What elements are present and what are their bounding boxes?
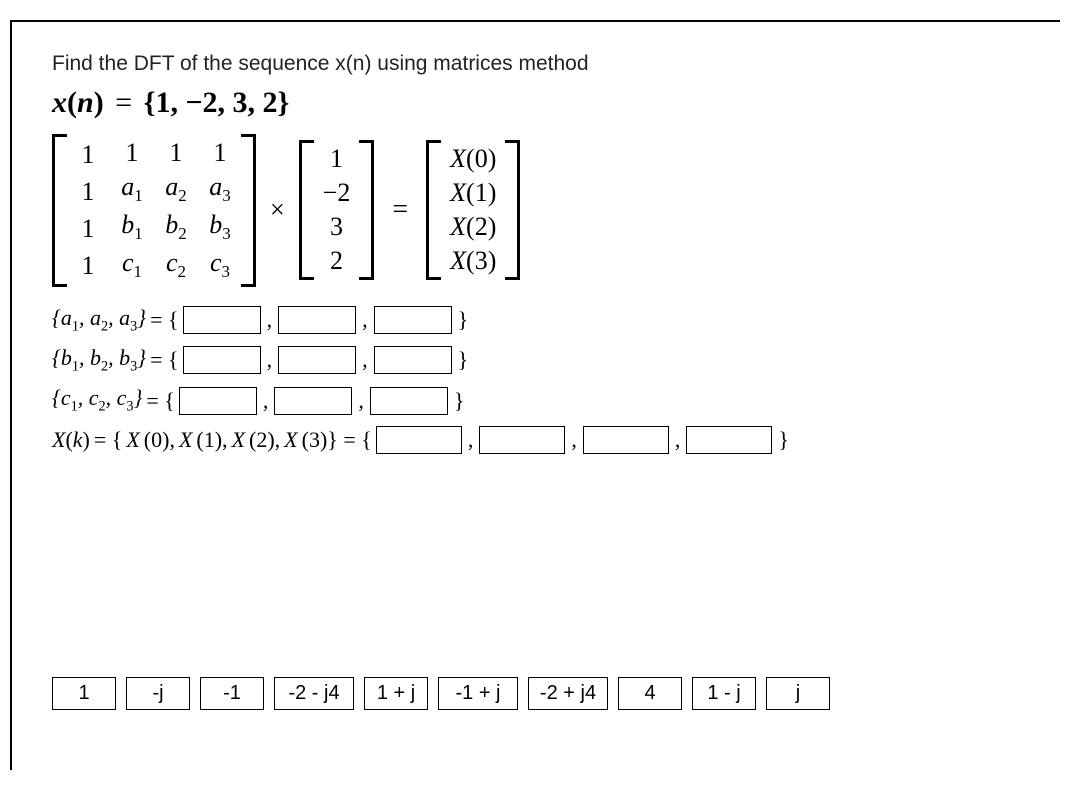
choice-8[interactable]: 1 - j: [692, 677, 756, 710]
blank-a1[interactable]: [183, 306, 261, 334]
question-frame: Find the DFT of the sequence x(n) using …: [10, 20, 1060, 770]
blank-a2[interactable]: [278, 306, 356, 334]
blank-c3[interactable]: [370, 387, 448, 415]
row-a: {a1, a2, a3} = { , , }: [52, 305, 1020, 335]
blank-b2[interactable]: [278, 346, 356, 374]
matrix-equation: 1 1 1 1 1 a1 b1 c1 1 a2 b2 c2 1 a3 b3: [52, 134, 1020, 287]
input-vector: 1 −2 3 2: [299, 140, 375, 280]
sequence-definition: x(n) = {1, −2, 3, 2}: [52, 86, 1020, 120]
dft-matrix: 1 1 1 1 1 a1 b1 c1 1 a2 b2 c2 1 a3 b3: [52, 134, 256, 287]
blank-x3[interactable]: [686, 426, 772, 454]
choice-3[interactable]: -2 - j4: [274, 677, 354, 710]
times-symbol: ×: [264, 195, 291, 225]
blank-a3[interactable]: [374, 306, 452, 334]
answer-choices: 1 -j -1 -2 - j4 1 + j -1 + j -2 + j4 4 1…: [52, 677, 830, 710]
choice-5[interactable]: -1 + j: [438, 677, 518, 710]
choice-4[interactable]: 1 + j: [364, 677, 428, 710]
choice-7[interactable]: 4: [618, 677, 682, 710]
blank-x2[interactable]: [583, 426, 669, 454]
choice-9[interactable]: j: [766, 677, 830, 710]
blank-c2[interactable]: [274, 387, 352, 415]
choice-2[interactable]: -1: [200, 677, 264, 710]
equals-symbol: =: [382, 194, 418, 226]
blank-c1[interactable]: [179, 387, 257, 415]
question-text: Find the DFT of the sequence x(n) using …: [52, 52, 1020, 76]
choice-6[interactable]: -2 + j4: [528, 677, 608, 710]
row-xk: X(k) = {X(0), X(1), X(2), X(3)} = { , , …: [52, 426, 1020, 454]
row-c: {c1, c2, c3} = { , , }: [52, 385, 1020, 415]
choice-1[interactable]: -j: [126, 677, 190, 710]
blank-b1[interactable]: [183, 346, 261, 374]
output-vector: X(0) X(1) X(2) X(3): [426, 140, 520, 280]
blank-b3[interactable]: [374, 346, 452, 374]
choice-0[interactable]: 1: [52, 677, 116, 710]
blank-x1[interactable]: [479, 426, 565, 454]
row-b: {b1, b2, b3} = { , , }: [52, 345, 1020, 375]
blank-x0[interactable]: [376, 426, 462, 454]
